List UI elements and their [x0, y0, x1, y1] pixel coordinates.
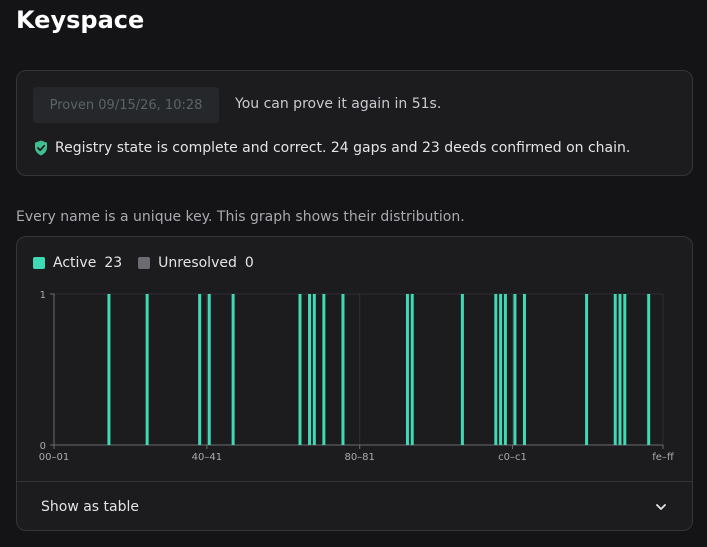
bar-active: [410, 294, 414, 445]
bar-active: [231, 294, 235, 445]
bar-active: [312, 294, 316, 445]
y-tick-label: 1: [40, 290, 46, 301]
bar-active: [322, 294, 326, 445]
shield-check-icon: [35, 140, 47, 156]
x-tick-label: fe–ff: [652, 452, 675, 463]
bar-active: [513, 294, 517, 445]
show-as-table-label: Show as table: [41, 498, 140, 515]
bar-active: [460, 294, 464, 445]
bar-active: [585, 294, 589, 445]
chevron-down-icon: [656, 503, 666, 510]
bar-active: [499, 294, 503, 445]
bar-active: [207, 294, 211, 445]
page-title: Keyspace: [16, 6, 145, 34]
show-as-table-toggle[interactable]: Show as table: [17, 482, 692, 531]
bar-active: [618, 294, 622, 445]
bar-active: [107, 294, 111, 445]
bar-active: [198, 294, 202, 445]
y-tick-label: 0: [40, 441, 46, 452]
x-tick-label: 40–41: [192, 452, 222, 463]
bar-active: [494, 294, 498, 445]
bar-active: [298, 294, 302, 445]
distribution-chart: 0 1 00–01 40–41 80–81 c0–c1 fe–ff: [39, 290, 675, 463]
distribution-caption: Every name is a unique key. This graph s…: [16, 209, 465, 225]
distribution-card: Active 23 Unresolved 0 0 1 00–01 40–41 80–81…: [16, 236, 693, 531]
x-tick-label: 80–81: [344, 452, 374, 463]
prove-again-text: You can prove it again in 51s.: [235, 96, 442, 112]
bar-active: [613, 294, 617, 445]
keyspace-page: Keyspace Proven 09/15/26, 10:28 You can …: [0, 0, 707, 547]
registry-status: Registry state is complete and correct. …: [34, 140, 630, 156]
x-tick-label: c0–c1: [498, 452, 527, 463]
bar-active: [405, 294, 409, 445]
proven-button[interactable]: Proven 09/15/26, 10:28: [33, 87, 219, 123]
bar-active: [522, 294, 526, 445]
registry-status-text: Registry state is complete and correct. …: [55, 140, 631, 156]
bar-active: [623, 294, 627, 445]
bar-active: [647, 294, 651, 445]
proof-card: Proven 09/15/26, 10:28 You can prove it …: [16, 70, 693, 176]
x-tick-label: 00–01: [39, 452, 69, 463]
bar-active: [341, 294, 345, 445]
bar-active: [503, 294, 507, 445]
bar-active: [308, 294, 312, 445]
bar-active: [145, 294, 149, 445]
